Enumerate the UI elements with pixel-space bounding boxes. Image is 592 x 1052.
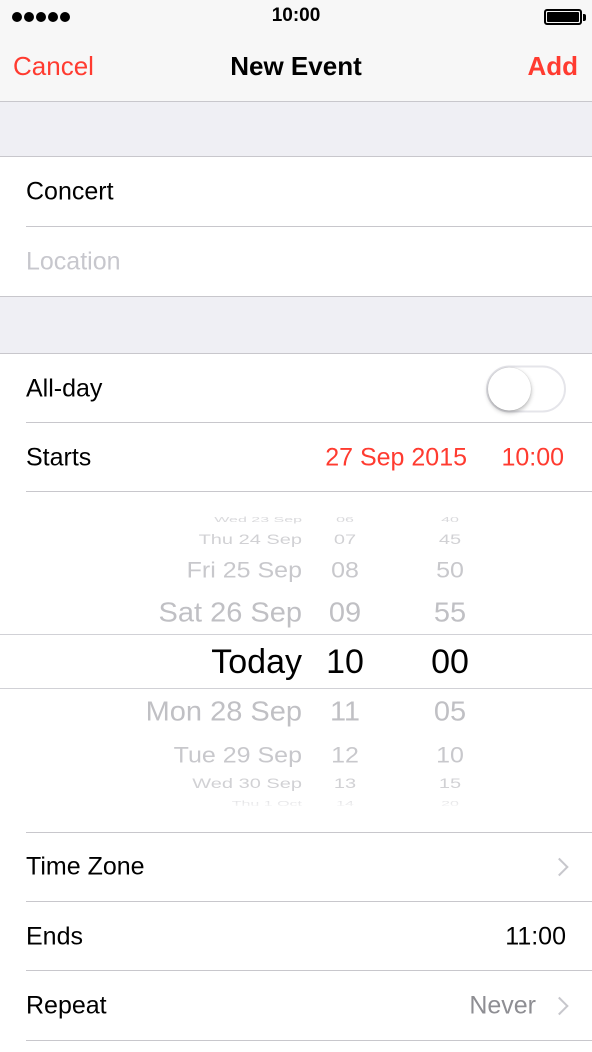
title-field[interactable]: Concert — [0, 157, 592, 227]
picker-hour-item[interactable]: 10 — [310, 645, 380, 679]
starts-row[interactable]: Starts 27 Sep 2015 10:00 — [0, 423, 592, 492]
picker-minute-item[interactable]: 50 — [415, 558, 485, 582]
picker-minute-item[interactable]: 45 — [415, 533, 485, 547]
picker-minute-item[interactable]: 20 — [415, 800, 485, 807]
starts-time: 10:00 — [501, 443, 564, 471]
ends-value: 11:00 — [505, 922, 566, 950]
picker-selection-top-line — [0, 634, 592, 635]
repeat-label: Repeat — [26, 991, 107, 1020]
toggle-knob — [488, 367, 531, 410]
title-field-value: Concert — [26, 177, 114, 206]
repeat-value: Never — [469, 991, 536, 1020]
picker-minute-item[interactable]: 00 — [415, 645, 485, 679]
picker-date-item[interactable]: Tue 29 Sep — [174, 743, 302, 767]
picker-top-fade — [0, 492, 592, 518]
picker-hour-item[interactable]: 13 — [310, 777, 380, 791]
picker-selection-bottom-line — [0, 688, 592, 689]
location-field[interactable]: Location — [0, 227, 592, 297]
section-gap — [0, 102, 592, 157]
picker-hour-item[interactable]: 06 — [310, 516, 380, 523]
all-day-row: All-day — [0, 354, 592, 423]
picker-date-item[interactable]: Wed 23 Sep — [214, 516, 302, 523]
picker-minute-item[interactable]: 40 — [415, 516, 485, 523]
picker-hour-item[interactable]: 14 — [310, 800, 380, 807]
picker-date-item[interactable]: Today — [211, 645, 302, 679]
picker-hour-item[interactable]: 11 — [310, 697, 380, 726]
section-gap — [0, 297, 592, 354]
chevron-right-icon — [550, 996, 569, 1016]
picker-date-item[interactable]: Sat 26 Sep — [159, 598, 303, 627]
picker-hour-item[interactable]: 12 — [310, 743, 380, 767]
ends-label: Ends — [26, 922, 83, 950]
picker-date-item[interactable]: Wed 30 Sep — [192, 777, 302, 791]
picker-date-item[interactable]: Mon 28 Sep — [146, 697, 302, 726]
date-time-picker[interactable]: Wed 23 Sep Thu 24 Sep Fri 25 Sep Sat 26 Sep… — [0, 492, 592, 832]
add-button[interactable]: Add — [527, 51, 578, 82]
picker-date-item[interactable]: Thu 24 Sep — [199, 533, 302, 547]
picker-date-item[interactable]: Fri 25 Sep — [187, 558, 302, 582]
all-day-toggle[interactable] — [486, 365, 566, 412]
picker-hour-item[interactable]: 09 — [310, 598, 380, 627]
picker-minute-item[interactable]: 15 — [415, 777, 485, 791]
cancel-button[interactable]: Cancel — [13, 51, 94, 82]
picker-date-item[interactable]: Thu 1 Oct — [232, 800, 302, 807]
status-bar: 10:00 — [0, 0, 592, 34]
navigation-bar: Cancel New Event Add — [0, 34, 592, 102]
picker-hour-item[interactable]: 07 — [310, 533, 380, 547]
picker-minute-item[interactable]: 55 — [415, 598, 485, 627]
time-zone-row[interactable]: Time Zone — [0, 832, 592, 902]
location-placeholder: Location — [26, 247, 121, 276]
status-time: 10:00 — [271, 5, 321, 26]
picker-hour-item[interactable]: 08 — [310, 558, 380, 582]
all-day-label: All-day — [26, 374, 103, 402]
repeat-row[interactable]: Repeat Never — [0, 971, 592, 1041]
battery-icon — [544, 9, 586, 25]
chevron-right-icon — [550, 857, 569, 877]
starts-label: Starts — [26, 443, 92, 471]
time-zone-label: Time Zone — [26, 852, 145, 881]
picker-minute-item[interactable]: 10 — [415, 743, 485, 767]
ends-row[interactable]: Ends 11:00 — [0, 902, 592, 971]
starts-date: 27 Sep 2015 — [325, 443, 467, 471]
picker-minute-item[interactable]: 05 — [415, 697, 485, 726]
